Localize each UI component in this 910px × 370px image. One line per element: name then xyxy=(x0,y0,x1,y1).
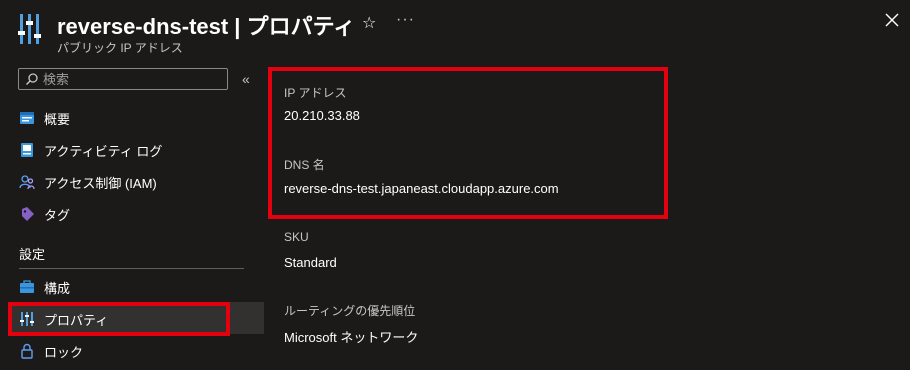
routing-preference-value: Microsoft ネットワーク xyxy=(284,330,419,345)
properties-icon xyxy=(20,312,34,326)
dns-name-label: DNS 名 xyxy=(284,158,325,172)
sidebar-item-label: 構成 xyxy=(44,281,71,296)
sidebar-item-activity-log[interactable]: アクティビティ ログ xyxy=(8,133,264,165)
sku-label: SKU xyxy=(284,230,309,244)
ip-address-label: IP アドレス xyxy=(284,86,347,100)
sidebar-item-properties[interactable]: プロパティ xyxy=(8,302,264,334)
sidebar-item-overview[interactable]: 概要 xyxy=(8,101,264,133)
collapse-sidebar-button[interactable]: « xyxy=(242,71,250,87)
sidebar-item-label: アクセス制御 (IAM) xyxy=(44,176,157,191)
sidebar-section-settings: 設定 xyxy=(19,247,46,262)
sidebar-item-label: タグ xyxy=(44,208,71,223)
star-icon[interactable]: ☆ xyxy=(362,13,376,33)
section-divider xyxy=(19,268,244,269)
sidebar-item-label: 概要 xyxy=(44,112,71,127)
overview-icon xyxy=(20,112,34,124)
search-icon xyxy=(26,73,38,85)
ip-address-value: 20.210.33.88 xyxy=(284,108,360,123)
sidebar-item-label: プロパティ xyxy=(44,313,109,328)
sidebar-item-iam[interactable]: アクセス制御 (IAM) xyxy=(8,165,264,197)
page-subtitle: パブリック IP アドレス xyxy=(57,41,183,55)
lock-icon xyxy=(21,343,33,359)
sidebar-item-configuration[interactable]: 構成 xyxy=(8,270,264,302)
sidebar-item-label: ロック xyxy=(44,345,84,360)
sidebar-item-tags[interactable]: タグ xyxy=(8,197,264,229)
search-input[interactable] xyxy=(43,70,223,88)
sku-value: Standard xyxy=(284,255,337,270)
page-title: reverse-dns-test | プロパティ xyxy=(57,14,356,39)
search-box[interactable] xyxy=(18,68,228,90)
iam-icon xyxy=(19,175,35,190)
more-options-button[interactable]: ··· xyxy=(396,11,415,29)
close-icon[interactable] xyxy=(883,11,901,29)
activity-log-icon xyxy=(21,143,33,157)
configuration-icon xyxy=(20,280,34,293)
tag-icon xyxy=(22,207,34,221)
dns-name-value: reverse-dns-test.japaneast.cloudapp.azur… xyxy=(284,181,559,196)
properties-icon xyxy=(18,14,41,44)
sidebar-item-locks[interactable]: ロック xyxy=(8,334,264,366)
routing-preference-label: ルーティングの優先順位 xyxy=(284,304,416,318)
sidebar-item-label: アクティビティ ログ xyxy=(44,144,163,159)
